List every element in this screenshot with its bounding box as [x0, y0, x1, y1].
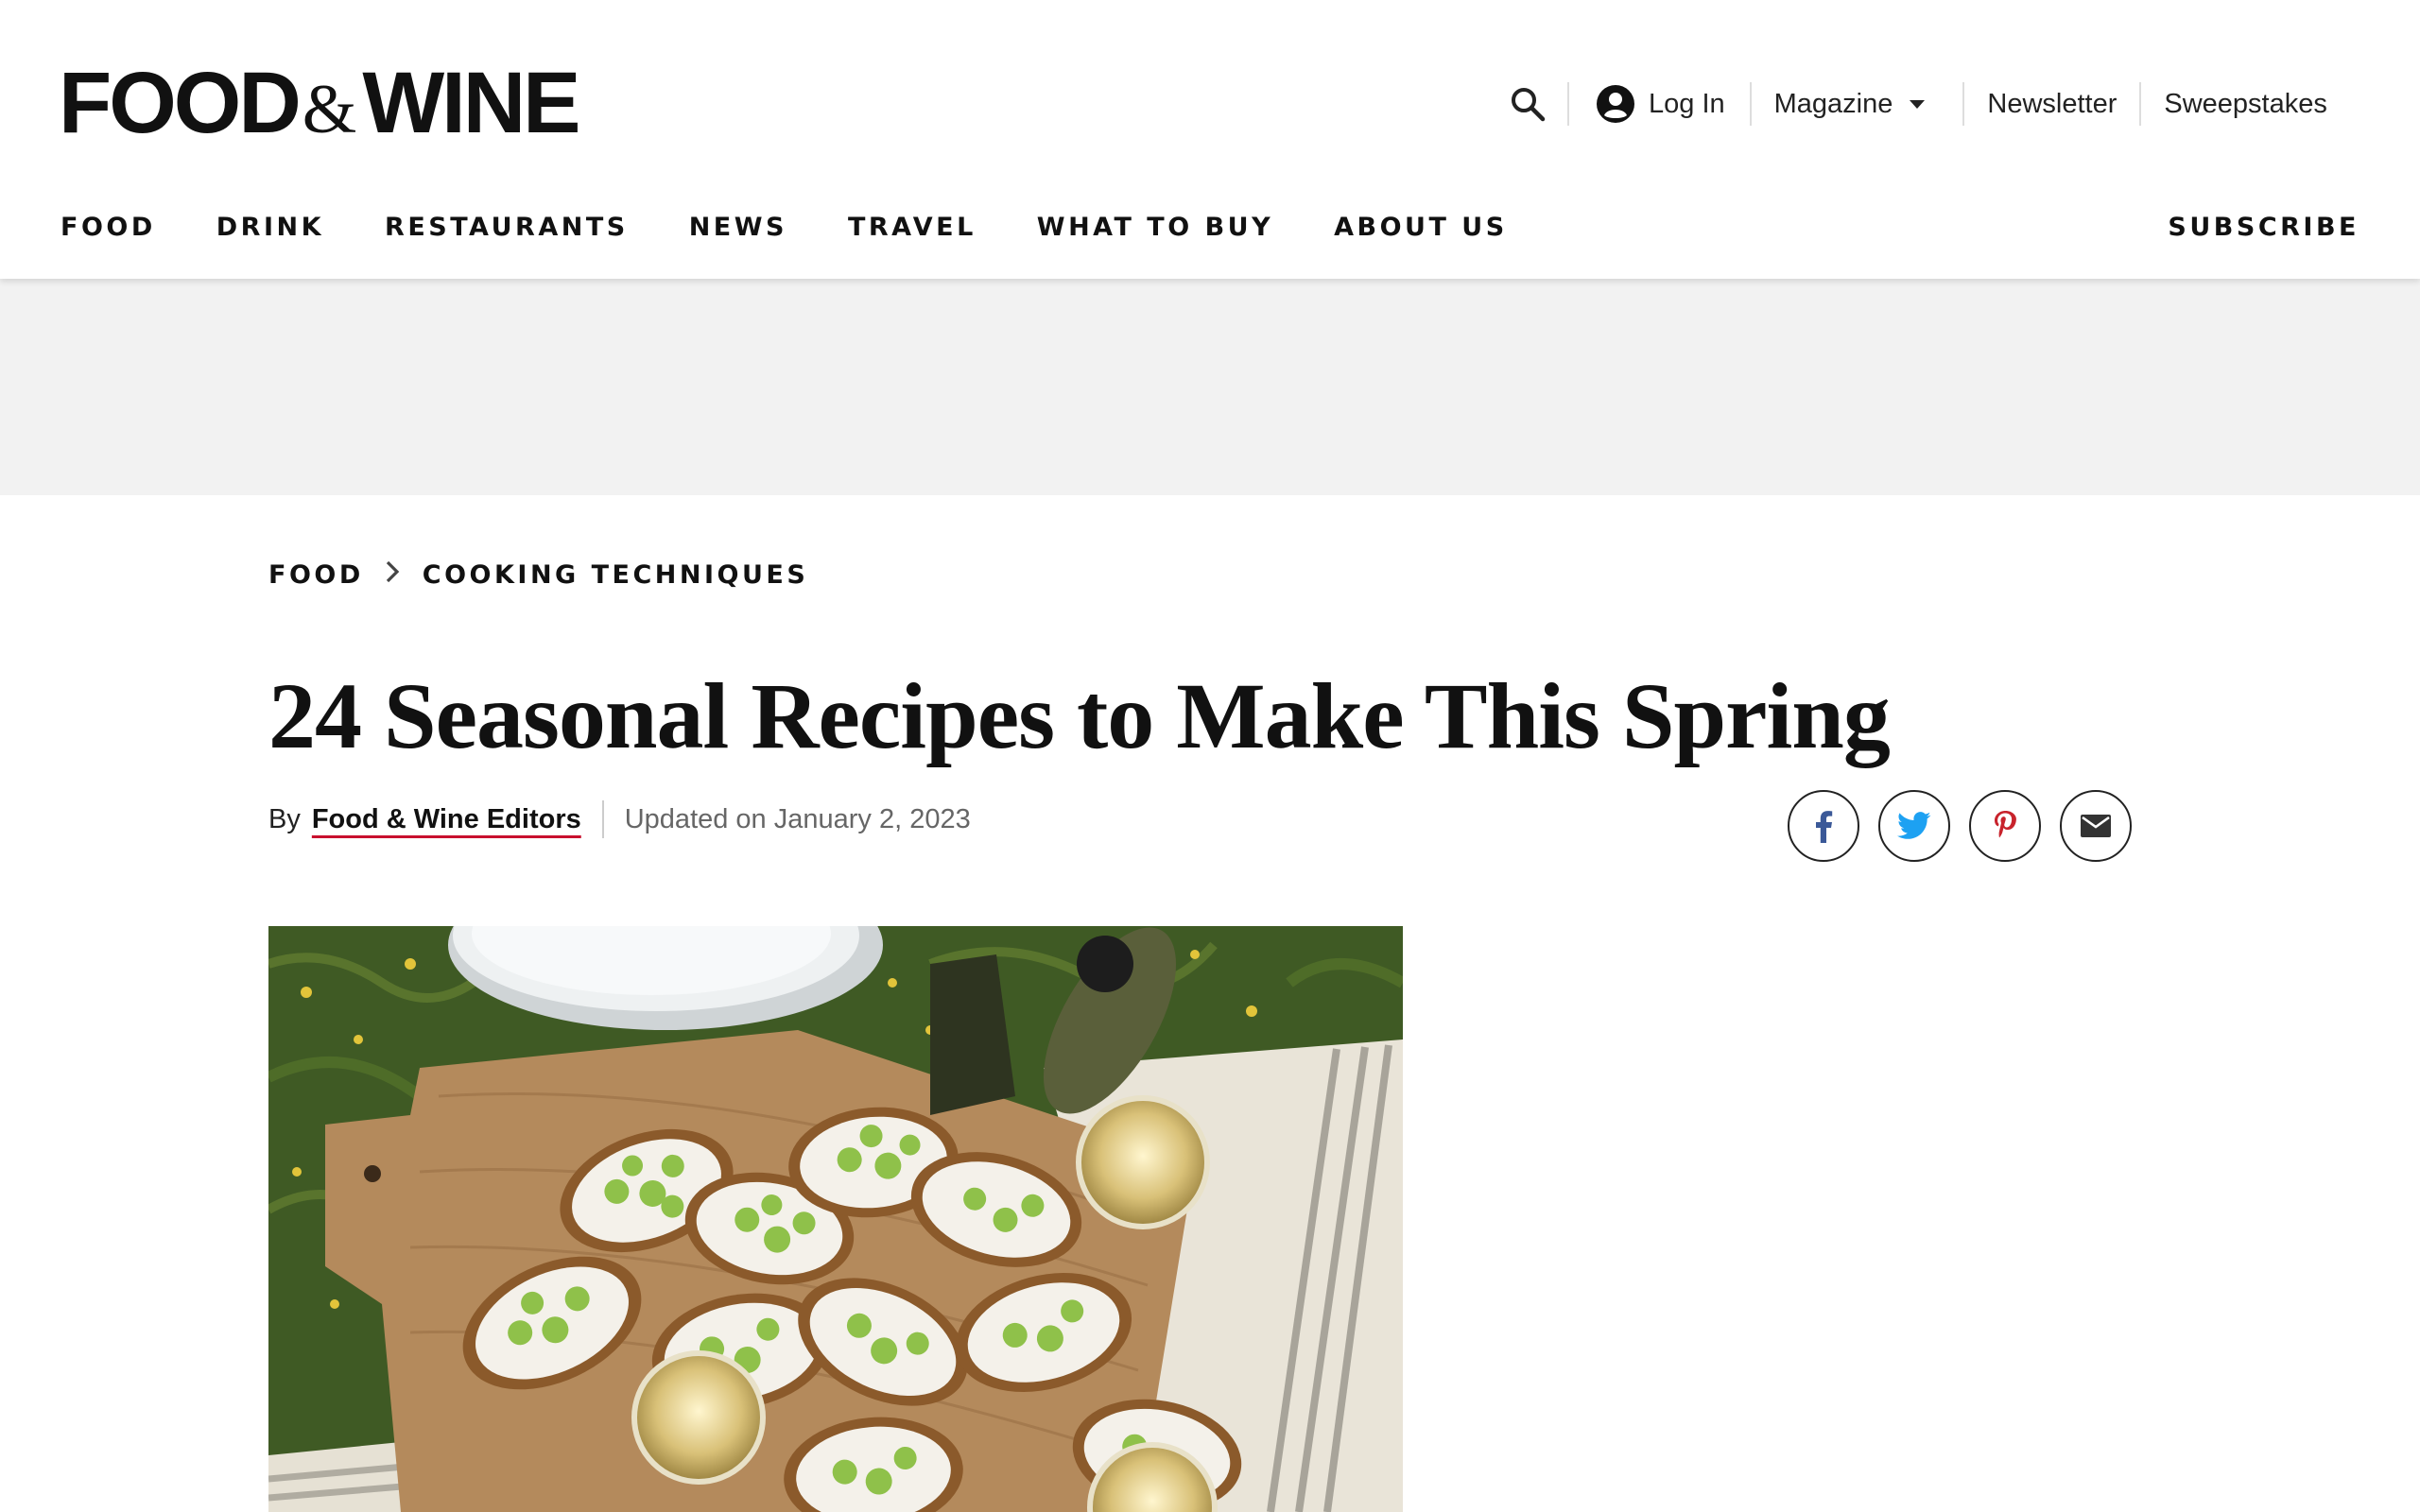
login-link[interactable]: Log In	[1596, 84, 1725, 124]
pinterest-icon	[1995, 811, 2016, 838]
nav-item-about-us[interactable]: ABOUT US	[1334, 213, 1508, 242]
divider	[1962, 82, 1965, 126]
utility-nav: Log In Magazine Newsletter Sweepstakes	[1509, 76, 2327, 132]
sweepstakes-label: Sweepstakes	[2164, 88, 2327, 119]
sweepstakes-link[interactable]: Sweepstakes	[2164, 89, 2327, 120]
nav-item-drink[interactable]: DRINK	[216, 213, 324, 242]
social-share-buttons	[1788, 790, 2151, 862]
newsletter-link[interactable]: Newsletter	[1987, 89, 2117, 120]
login-label: Log In	[1649, 88, 1725, 119]
nav-item-food[interactable]: FOOD	[60, 213, 156, 242]
breadcrumb: FOOD COOKING TECHNIQUES	[268, 559, 808, 591]
by-label: By	[268, 803, 301, 834]
magazine-label: Magazine	[1773, 88, 1893, 119]
chevron-right-icon	[385, 559, 400, 591]
site-header: FOOD & WINE Log In Magazine Newsletter S…	[0, 0, 2420, 279]
newsletter-label: Newsletter	[1987, 88, 2118, 119]
nav-item-restaurants[interactable]: RESTAURANTS	[385, 213, 629, 242]
page-title: 24 Seasonal Recipes to Make This Spring	[268, 663, 1891, 768]
twitter-share-button[interactable]	[1878, 790, 1950, 862]
subscribe-link[interactable]: SUBSCRIBE	[2168, 198, 2360, 255]
facebook-share-button[interactable]	[1788, 790, 1859, 862]
divider	[601, 800, 604, 838]
nav-item-travel[interactable]: TRAVEL	[848, 213, 977, 242]
hero-image	[268, 926, 1403, 1512]
magazine-dropdown[interactable]: Magazine	[1774, 89, 1926, 120]
author-link[interactable]: Food & Wine Editors	[312, 804, 581, 835]
divider	[1749, 82, 1752, 126]
divider	[1567, 82, 1569, 126]
food-and-wine-logo[interactable]: FOOD & WINE	[59, 55, 581, 151]
breadcrumb-cooking-techniques[interactable]: COOKING TECHNIQUES	[423, 560, 809, 590]
twitter-icon	[1897, 812, 1931, 839]
logo-wine: WINE	[362, 55, 580, 151]
pinterest-share-button[interactable]	[1969, 790, 2041, 862]
search-icon[interactable]	[1509, 85, 1547, 123]
byline: By Food & Wine Editors Updated on Januar…	[268, 799, 971, 839]
email-icon	[2081, 815, 2111, 837]
divider	[2139, 82, 2142, 126]
logo-ampersand: &	[302, 71, 357, 148]
caret-down-icon	[1910, 99, 1926, 109]
updated-date: Updated on January 2, 2023	[624, 803, 971, 834]
logo-food: FOOD	[59, 55, 302, 151]
breadcrumb-food[interactable]: FOOD	[268, 560, 364, 590]
ad-placeholder	[0, 279, 2420, 495]
nav-item-what-to-buy[interactable]: WHAT TO BUY	[1037, 213, 1273, 242]
main-nav: FOOD DRINK RESTAURANTS NEWS TRAVEL WHAT …	[60, 198, 1568, 255]
nav-item-news[interactable]: NEWS	[689, 213, 787, 242]
user-account-icon	[1596, 84, 1635, 124]
facebook-icon	[1816, 811, 1833, 843]
email-share-button[interactable]	[2060, 790, 2132, 862]
